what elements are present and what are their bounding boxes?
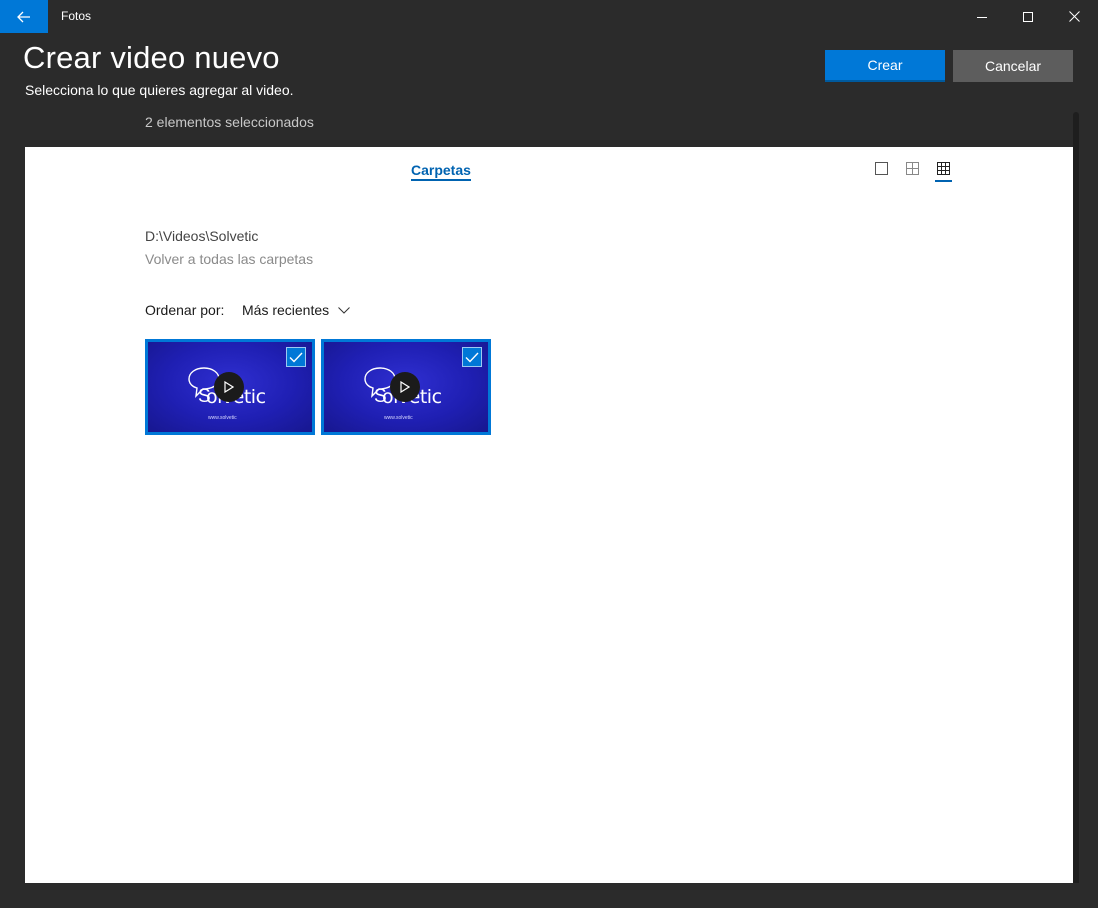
back-to-folders-link[interactable]: Volver a todas las carpetas (145, 251, 313, 267)
site-text: www.solvetic (384, 415, 413, 421)
sort-label: Ordenar por: (145, 302, 225, 318)
sort-value: Más recientes (242, 302, 330, 318)
back-button[interactable] (0, 0, 48, 33)
minimize-icon (977, 16, 987, 18)
maximize-button[interactable] (1005, 0, 1051, 33)
folder-path: D:\Videos\Solvetic (145, 228, 259, 244)
minimize-button[interactable] (959, 0, 1005, 33)
close-button[interactable] (1051, 0, 1097, 33)
video-thumbnail[interactable]: S olvetic www.solvetic (321, 339, 491, 435)
arrow-left-icon (17, 11, 30, 22)
video-thumbnail[interactable]: S olvetic www.solvetic (145, 339, 315, 435)
medium-view-button[interactable] (904, 162, 921, 180)
selection-checkbox[interactable] (286, 347, 306, 367)
cancel-button[interactable]: Cancelar (953, 50, 1073, 82)
view-mode-switcher (873, 162, 952, 182)
play-button[interactable] (214, 372, 244, 402)
maximize-icon (1023, 11, 1033, 22)
play-button[interactable] (390, 372, 420, 402)
sort-dropdown[interactable]: Más recientes (242, 302, 351, 318)
tab-folders[interactable]: Carpetas (411, 162, 471, 181)
close-icon (1068, 11, 1080, 22)
small-view-icon (937, 162, 950, 175)
title-bar: Fotos (0, 0, 1098, 33)
content-panel: Carpetas D:\Videos\Solvetic Volver a tod… (25, 147, 1073, 883)
large-view-button[interactable] (873, 162, 890, 180)
medium-view-icon (906, 162, 919, 175)
chevron-down-icon (338, 306, 351, 314)
selection-checkbox[interactable] (462, 347, 482, 367)
small-view-button[interactable] (935, 162, 952, 182)
app-title: Fotos (61, 9, 92, 23)
large-view-icon (875, 162, 888, 175)
page-title: Crear video nuevo (23, 40, 280, 75)
page-subtitle: Selecciona lo que quieres agregar al vid… (25, 82, 294, 98)
selected-count: 2 elementos seleccionados (145, 114, 314, 130)
checkmark-icon (289, 352, 303, 363)
site-text: www.solvetic (208, 415, 237, 421)
checkmark-icon (465, 352, 479, 363)
create-button[interactable]: Crear (825, 50, 945, 82)
play-icon (224, 381, 234, 393)
play-icon (400, 381, 410, 393)
scrollbar[interactable] (1073, 112, 1079, 883)
